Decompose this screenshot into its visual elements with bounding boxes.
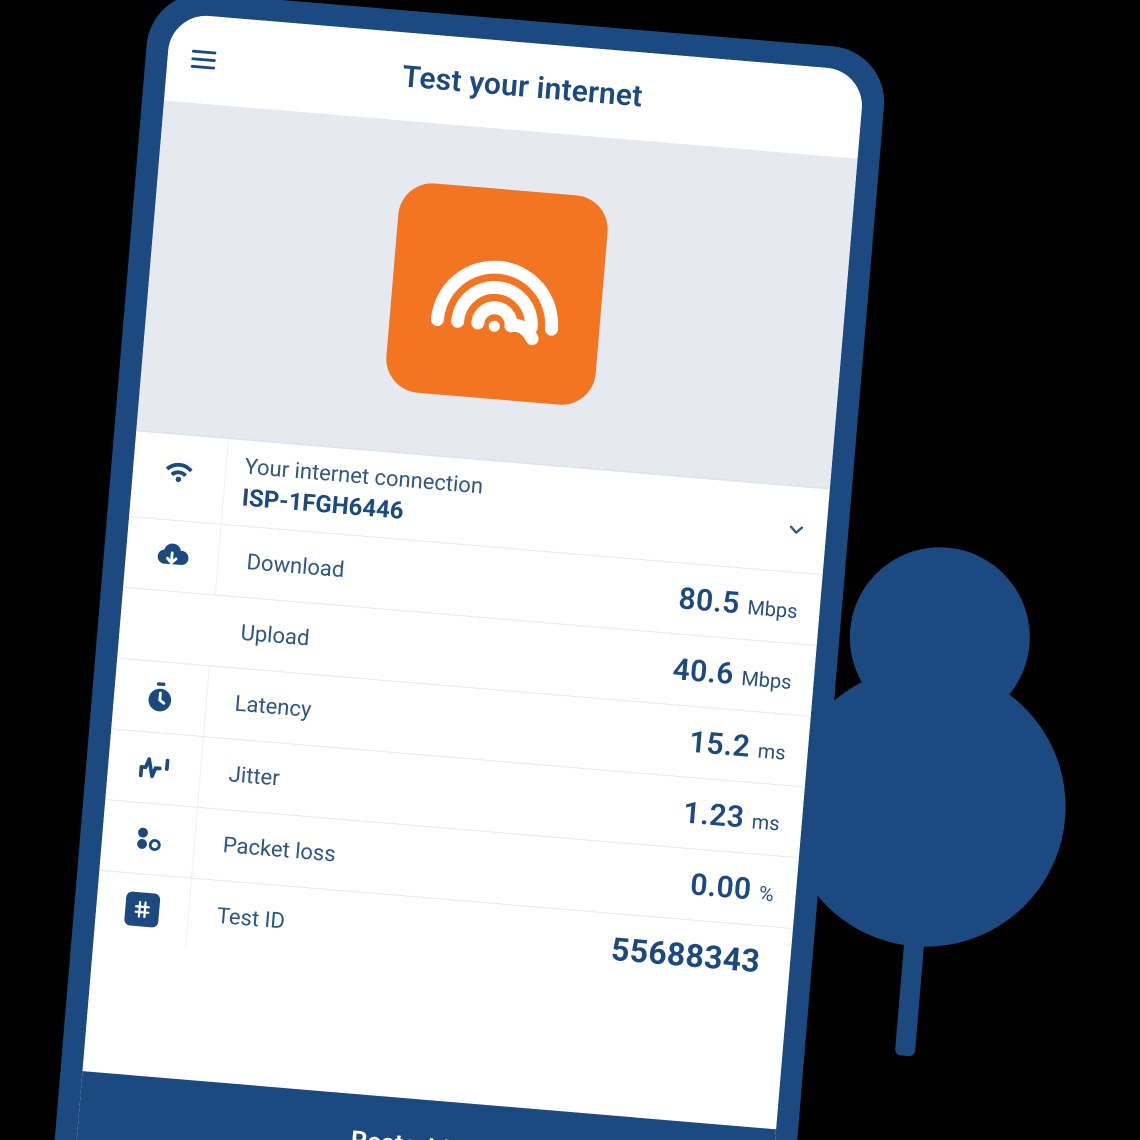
metric-value: 80.5 <box>677 581 741 621</box>
metric-unit: ms <box>751 809 781 835</box>
menu-icon[interactable] <box>188 45 218 75</box>
metric-label: Download <box>246 550 346 583</box>
stopwatch-icon <box>111 659 210 737</box>
chevron-down-icon[interactable] <box>783 516 809 542</box>
metric-value: 40.6 <box>671 652 735 692</box>
metric-label: Test ID <box>216 903 286 934</box>
phone-frame: Test your internet <box>51 0 889 1140</box>
metric-value: 1.23 <box>682 795 746 835</box>
metric-value: 55688343 <box>610 930 762 980</box>
hero-banner <box>136 100 857 487</box>
wifi-icon <box>129 431 229 523</box>
app-logo <box>384 181 611 408</box>
wave-icon <box>105 729 204 807</box>
metric-label: Jitter <box>228 762 281 791</box>
metric-label: Upload <box>240 620 311 651</box>
metric-label: Packet loss <box>222 833 337 867</box>
metric-unit: Mbps <box>741 665 793 693</box>
blank-icon <box>117 588 216 666</box>
metric-unit: % <box>758 881 775 906</box>
hash-icon <box>93 871 192 949</box>
metric-value: 15.2 <box>688 724 752 764</box>
cloud-download-icon <box>123 517 222 595</box>
metric-unit: ms <box>757 738 787 764</box>
dots-icon <box>99 800 198 878</box>
app-screen: Test your internet <box>75 13 865 1140</box>
metric-label: Latency <box>234 691 313 722</box>
metric-value: 0.00 <box>689 867 753 907</box>
results-list: Your internet connection ISP-1FGH6446 <box>83 429 830 1129</box>
metric-unit: Mbps <box>746 595 798 623</box>
